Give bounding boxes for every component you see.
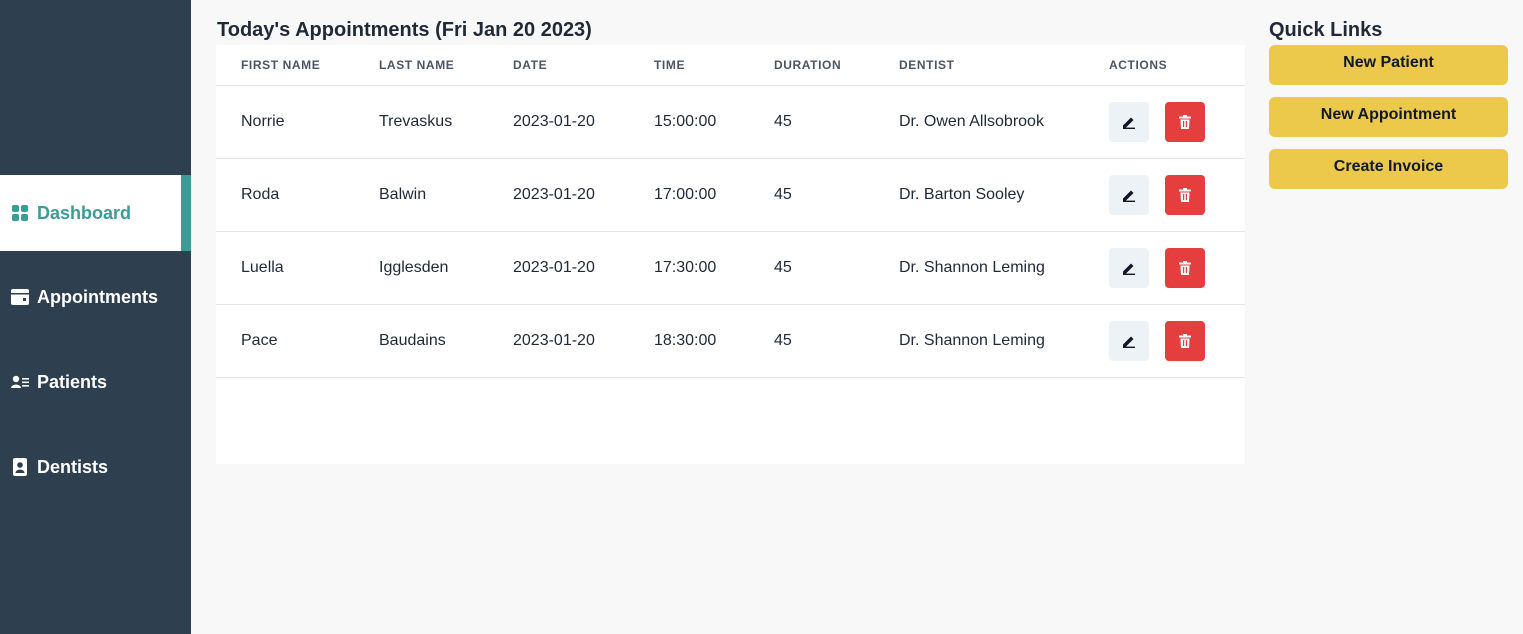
pencil-icon bbox=[1123, 336, 1135, 348]
edit-button[interactable] bbox=[1109, 247, 1149, 288]
pencil-icon bbox=[1123, 117, 1135, 129]
appointments-table: FIRST NAME LAST NAME DATE TIME DURATION … bbox=[216, 45, 1245, 378]
cell-actions bbox=[1084, 158, 1245, 232]
cell-actions bbox=[1084, 85, 1245, 159]
cell-time: 15:00:00 bbox=[629, 85, 749, 159]
new-patient-button[interactable]: New Patient bbox=[1269, 45, 1508, 85]
cell-dentist: Dr. Barton Sooley bbox=[874, 158, 1084, 232]
pencil-icon bbox=[1123, 263, 1135, 275]
patients-icon bbox=[11, 373, 29, 391]
cell-last-name: Igglesden bbox=[354, 231, 488, 305]
edit-button[interactable] bbox=[1109, 174, 1149, 215]
cell-dentist: Dr. Shannon Leming bbox=[874, 304, 1084, 378]
appointments-table-card: FIRST NAME LAST NAME DATE TIME DURATION … bbox=[216, 45, 1245, 464]
cell-time: 18:30:00 bbox=[629, 304, 749, 378]
cell-first-name: Norrie bbox=[216, 85, 354, 159]
cell-first-name: Pace bbox=[216, 304, 354, 378]
cell-date: 2023-01-20 bbox=[488, 231, 629, 305]
cell-time: 17:00:00 bbox=[629, 158, 749, 232]
delete-button[interactable] bbox=[1165, 320, 1205, 361]
cell-actions bbox=[1084, 304, 1245, 378]
column-header-date: DATE bbox=[488, 45, 629, 86]
sidebar: Dashboard Appointments Patients Dentists bbox=[0, 0, 191, 634]
sidebar-item-label: Appointments bbox=[37, 286, 158, 307]
table-row: Norrie Trevaskus 2023-01-20 15:00:00 45 … bbox=[216, 85, 1245, 159]
delete-button[interactable] bbox=[1165, 174, 1205, 215]
sidebar-item-label: Dashboard bbox=[37, 202, 132, 223]
cell-dentist: Dr. Owen Allsobrook bbox=[874, 85, 1084, 159]
trash-icon bbox=[1179, 187, 1191, 202]
cell-date: 2023-01-20 bbox=[488, 158, 629, 232]
column-header-first-name: FIRST NAME bbox=[216, 45, 354, 86]
cell-last-name: Balwin bbox=[354, 158, 488, 232]
quick-links-title: Quick Links bbox=[1269, 19, 1383, 41]
table-header-row: FIRST NAME LAST NAME DATE TIME DURATION … bbox=[216, 45, 1245, 86]
cell-time: 17:30:00 bbox=[629, 231, 749, 305]
table-row: Roda Balwin 2023-01-20 17:00:00 45 Dr. B… bbox=[216, 158, 1245, 232]
cell-duration: 45 bbox=[749, 304, 874, 378]
column-header-duration: DURATION bbox=[749, 45, 874, 86]
column-header-last-name: LAST NAME bbox=[354, 45, 488, 86]
edit-button[interactable] bbox=[1109, 101, 1149, 142]
cell-last-name: Trevaskus bbox=[354, 85, 488, 159]
create-invoice-button[interactable]: Create Invoice bbox=[1269, 149, 1508, 189]
delete-button[interactable] bbox=[1165, 101, 1205, 142]
delete-button[interactable] bbox=[1165, 247, 1205, 288]
sidebar-item-label: Patients bbox=[37, 371, 108, 392]
sidebar-item-dashboard[interactable]: Dashboard bbox=[0, 175, 191, 251]
cell-dentist: Dr. Shannon Leming bbox=[874, 231, 1084, 305]
cell-duration: 45 bbox=[749, 231, 874, 305]
cell-duration: 45 bbox=[749, 85, 874, 159]
cell-last-name: Baudains bbox=[354, 304, 488, 378]
sidebar-item-dentists[interactable]: Dentists bbox=[0, 429, 191, 505]
dashboard-icon bbox=[11, 204, 29, 222]
cell-first-name: Roda bbox=[216, 158, 354, 232]
column-header-time: TIME bbox=[629, 45, 749, 86]
new-appointment-button[interactable]: New Appointment bbox=[1269, 97, 1508, 137]
table-row: Pace Baudains 2023-01-20 18:30:00 45 Dr.… bbox=[216, 304, 1245, 378]
dentist-id-icon bbox=[11, 458, 29, 476]
cell-date: 2023-01-20 bbox=[488, 304, 629, 378]
edit-button[interactable] bbox=[1109, 320, 1149, 361]
column-header-actions: ACTIONS bbox=[1084, 45, 1245, 86]
pencil-icon bbox=[1123, 190, 1135, 202]
app: Dashboard Appointments Patients Dentists… bbox=[0, 0, 1523, 634]
table-row: Luella Igglesden 2023-01-20 17:30:00 45 … bbox=[216, 231, 1245, 305]
sidebar-item-patients[interactable]: Patients bbox=[0, 344, 191, 420]
sidebar-item-label: Dentists bbox=[37, 456, 109, 477]
cell-first-name: Luella bbox=[216, 231, 354, 305]
sidebar-item-appointments[interactable]: Appointments bbox=[0, 259, 191, 335]
calendar-icon bbox=[11, 288, 29, 306]
trash-icon bbox=[1179, 260, 1191, 275]
column-header-dentist: DENTIST bbox=[874, 45, 1084, 86]
cell-duration: 45 bbox=[749, 158, 874, 232]
cell-actions bbox=[1084, 231, 1245, 305]
page-title: Today's Appointments (Fri Jan 20 2023) bbox=[217, 19, 592, 41]
trash-icon bbox=[1179, 114, 1191, 129]
trash-icon bbox=[1179, 333, 1191, 348]
cell-date: 2023-01-20 bbox=[488, 85, 629, 159]
